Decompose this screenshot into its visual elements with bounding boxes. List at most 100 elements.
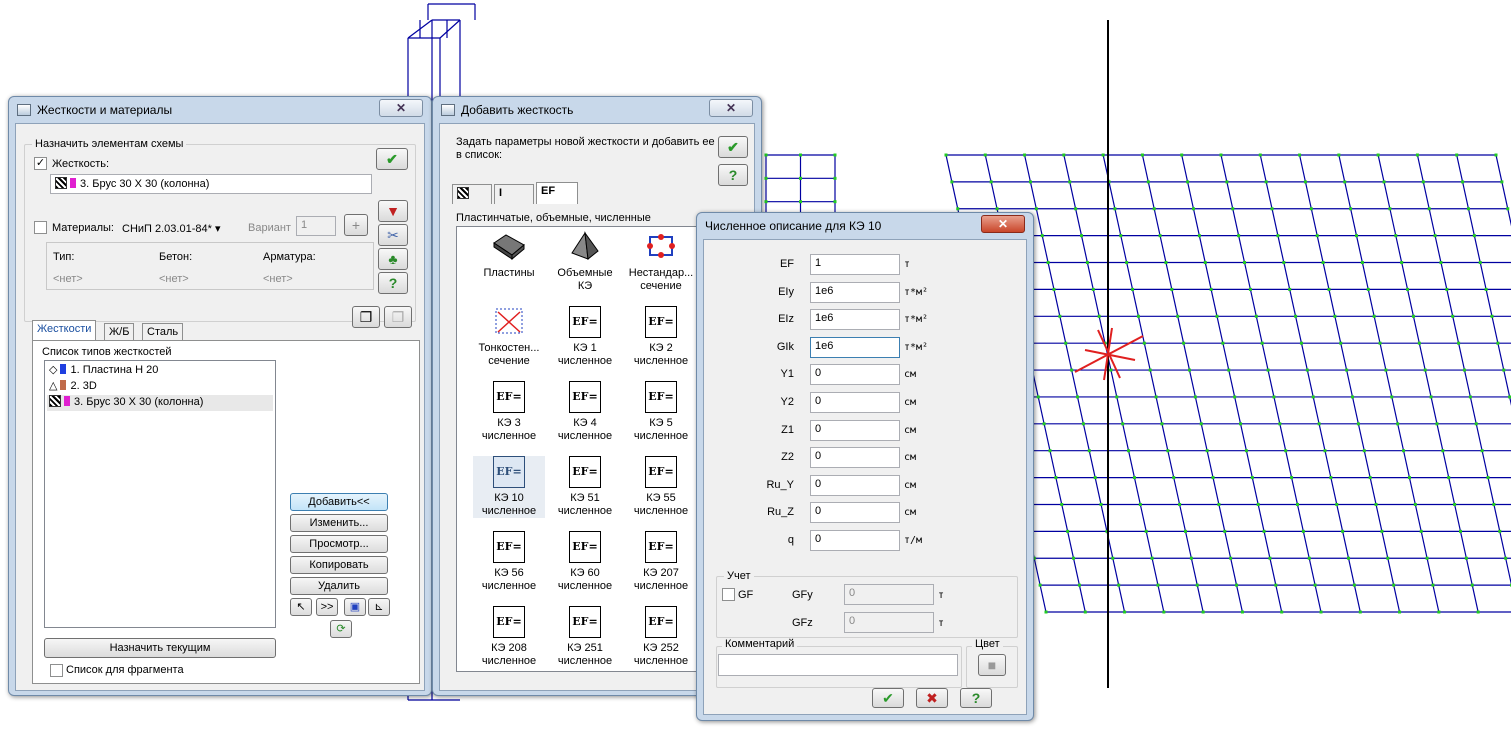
mesh-node <box>1046 261 1050 265</box>
stiffness-type-fe-5[interactable]: EF= КЭ 5 численное <box>625 381 697 443</box>
field-input-ru-y[interactable]: 0 <box>810 474 900 496</box>
list-item[interactable]: △ 2. 3D <box>49 379 97 395</box>
stiffness-value-field[interactable]: 3. Брус 30 Х 30 (колонна) <box>50 174 372 194</box>
mesh-node <box>1132 476 1136 480</box>
ok-checkmark-button[interactable]: ✔ <box>718 136 748 158</box>
cursor-filter-icon[interactable]: ↖ <box>290 598 312 616</box>
stiffness-checkbox[interactable]: ✓ <box>34 157 47 170</box>
title-bar[interactable]: Добавить жесткость ✕ <box>433 97 761 123</box>
stiffness-type-fe-252[interactable]: EF= КЭ 252 численное <box>625 606 697 668</box>
assign-current-button[interactable]: Назначить текущим <box>44 638 276 658</box>
stiffness-type-nonstandard-section[interactable]: Нестандар... сечение <box>625 231 697 293</box>
color-label: Цвет <box>972 638 1003 650</box>
tab-stiffness[interactable]: Жесткости <box>32 320 97 341</box>
stiffness-type-fe-56[interactable]: EF= КЭ 56 численное <box>473 531 545 593</box>
field-input-ru-z[interactable]: 0 <box>810 502 900 524</box>
stiffness-type-thin-walled-section[interactable]: Тонкостен... сечение <box>473 306 545 368</box>
stiffness-type-fe-10[interactable]: EF= КЭ 10 численное <box>473 456 545 518</box>
field-input-z2[interactable]: 0 <box>810 447 900 469</box>
variant-spinner[interactable]: 1 <box>296 216 336 236</box>
stiffness-type-fe-4[interactable]: EF= КЭ 4 численное <box>549 381 621 443</box>
field-input-gik[interactable]: 1e6 <box>810 336 900 358</box>
mesh-node <box>1351 395 1355 399</box>
mesh-node <box>1303 180 1307 184</box>
mesh-node <box>1201 610 1205 614</box>
tab-section-types[interactable] <box>452 184 492 204</box>
ef-numeric-icon: EF= <box>569 606 601 638</box>
materials-code-dropdown[interactable]: СНиП 2.03.01-84* ▾ <box>122 222 220 235</box>
scissors-icon[interactable]: ✂ <box>378 224 408 246</box>
stiffness-list[interactable]: ◇ 1. Пластина Н 20 △ 2. 3D 3. Брус 30 Х 30… <box>44 360 276 628</box>
axes-icon[interactable]: ⊾ <box>368 598 390 616</box>
field-label: Ru_Z <box>767 506 794 519</box>
add-material-plus-icon[interactable]: + <box>344 214 368 236</box>
refresh-icon[interactable]: ⟳ <box>330 620 352 638</box>
gfz-unit: т <box>938 618 945 629</box>
field-unit: см <box>904 397 917 408</box>
comment-input[interactable] <box>718 654 958 676</box>
materials-checkbox[interactable] <box>34 221 47 234</box>
tab-i-beam[interactable]: I <box>494 184 534 204</box>
color-picker-button[interactable]: ■ <box>978 654 1006 676</box>
mesh-node <box>1345 368 1349 372</box>
help-button[interactable]: ? <box>718 164 748 186</box>
help-icon[interactable]: ? <box>378 272 408 294</box>
close-button[interactable]: ✕ <box>981 215 1025 233</box>
field-input-z1[interactable]: 0 <box>810 419 900 441</box>
ok-button[interactable]: ✔ <box>872 688 904 708</box>
filter-icon[interactable]: ▼ <box>378 200 408 222</box>
stiffness-type-fe-3[interactable]: EF= КЭ 3 численное <box>473 381 545 443</box>
stiffness-type-volume-fe[interactable]: Объемные КЭ <box>549 231 621 293</box>
ef-numeric-icon: EF= <box>645 531 677 563</box>
gf-checkbox[interactable] <box>722 588 735 601</box>
mesh-node <box>1256 502 1260 506</box>
stiffness-type-fe-51[interactable]: EF= КЭ 51 численное <box>549 456 621 518</box>
stiffness-type-fe-2[interactable]: EF= КЭ 2 численное <box>625 306 697 368</box>
apply-checkmark-button[interactable]: ✔ <box>376 148 408 170</box>
forward-button[interactable]: >> <box>316 598 338 616</box>
title-bar[interactable]: Жесткости и материалы ✕ <box>9 97 431 123</box>
add-button[interactable]: Добавить<< <box>290 493 388 511</box>
mesh-node <box>1142 341 1146 345</box>
field-input-eiz[interactable]: 1e6 <box>810 309 900 331</box>
field-unit: см <box>904 452 917 464</box>
copy-button[interactable]: Копировать <box>290 556 388 574</box>
cancel-button[interactable]: ✖ <box>916 688 948 708</box>
edit-button[interactable]: Изменить... <box>290 514 388 532</box>
brush-icon[interactable]: ♣ <box>378 248 408 270</box>
gfy-input[interactable]: 0 <box>844 584 934 605</box>
field-input-ef[interactable]: 1 <box>810 254 900 275</box>
mesh-node <box>1176 314 1180 318</box>
close-button[interactable]: ✕ <box>379 99 423 117</box>
stiffness-type-fe-208[interactable]: EF= КЭ 208 численное <box>473 606 545 668</box>
title-bar[interactable]: Численное описание для КЭ 10 ✕ <box>697 213 1033 239</box>
stiffness-type-fe-251[interactable]: EF= КЭ 251 численное <box>549 606 621 668</box>
gfy-unit: т <box>938 590 945 601</box>
gfz-input[interactable]: 0 <box>844 612 934 633</box>
mesh-node <box>1484 287 1488 291</box>
close-button[interactable]: ✕ <box>709 99 753 117</box>
tab-numeric[interactable]: EF <box>536 182 578 204</box>
stiffness-type-fe-55[interactable]: EF= КЭ 55 численное <box>625 456 697 518</box>
paste-icon[interactable]: ❐ <box>384 306 412 328</box>
mesh-node <box>1023 153 1027 157</box>
stiffness-type-fe-207[interactable]: EF= КЭ 207 численное <box>625 531 697 593</box>
field-input-y2[interactable]: 0 <box>810 392 900 413</box>
field-input-q[interactable]: 0 <box>810 530 900 551</box>
stiffness-type-fe-1[interactable]: EF= КЭ 1 численное <box>549 306 621 368</box>
list-item[interactable]: ◇ 1. Пластина Н 20 <box>49 363 158 379</box>
stiffness-type-fe-60[interactable]: EF= КЭ 60 численное <box>549 531 621 593</box>
delete-button[interactable]: Удалить <box>290 577 388 595</box>
field-unit: т/м <box>904 535 923 546</box>
field-input-eiy[interactable]: 1e6 <box>810 281 900 303</box>
copy-icon[interactable]: ❐ <box>352 306 380 328</box>
list-item[interactable]: 3. Брус 30 Х 30 (колонна) <box>47 395 273 411</box>
field-input-y1[interactable]: 0 <box>810 364 900 386</box>
element-icon[interactable]: ▣ <box>344 598 366 616</box>
mesh-node <box>1235 583 1239 587</box>
help-button[interactable]: ? <box>960 688 992 708</box>
fragment-checkbox[interactable] <box>50 664 63 677</box>
stiffness-type-plates[interactable]: Пластины <box>473 231 545 280</box>
mesh-node <box>1339 341 1343 345</box>
view-button[interactable]: Просмотр... <box>290 535 388 553</box>
